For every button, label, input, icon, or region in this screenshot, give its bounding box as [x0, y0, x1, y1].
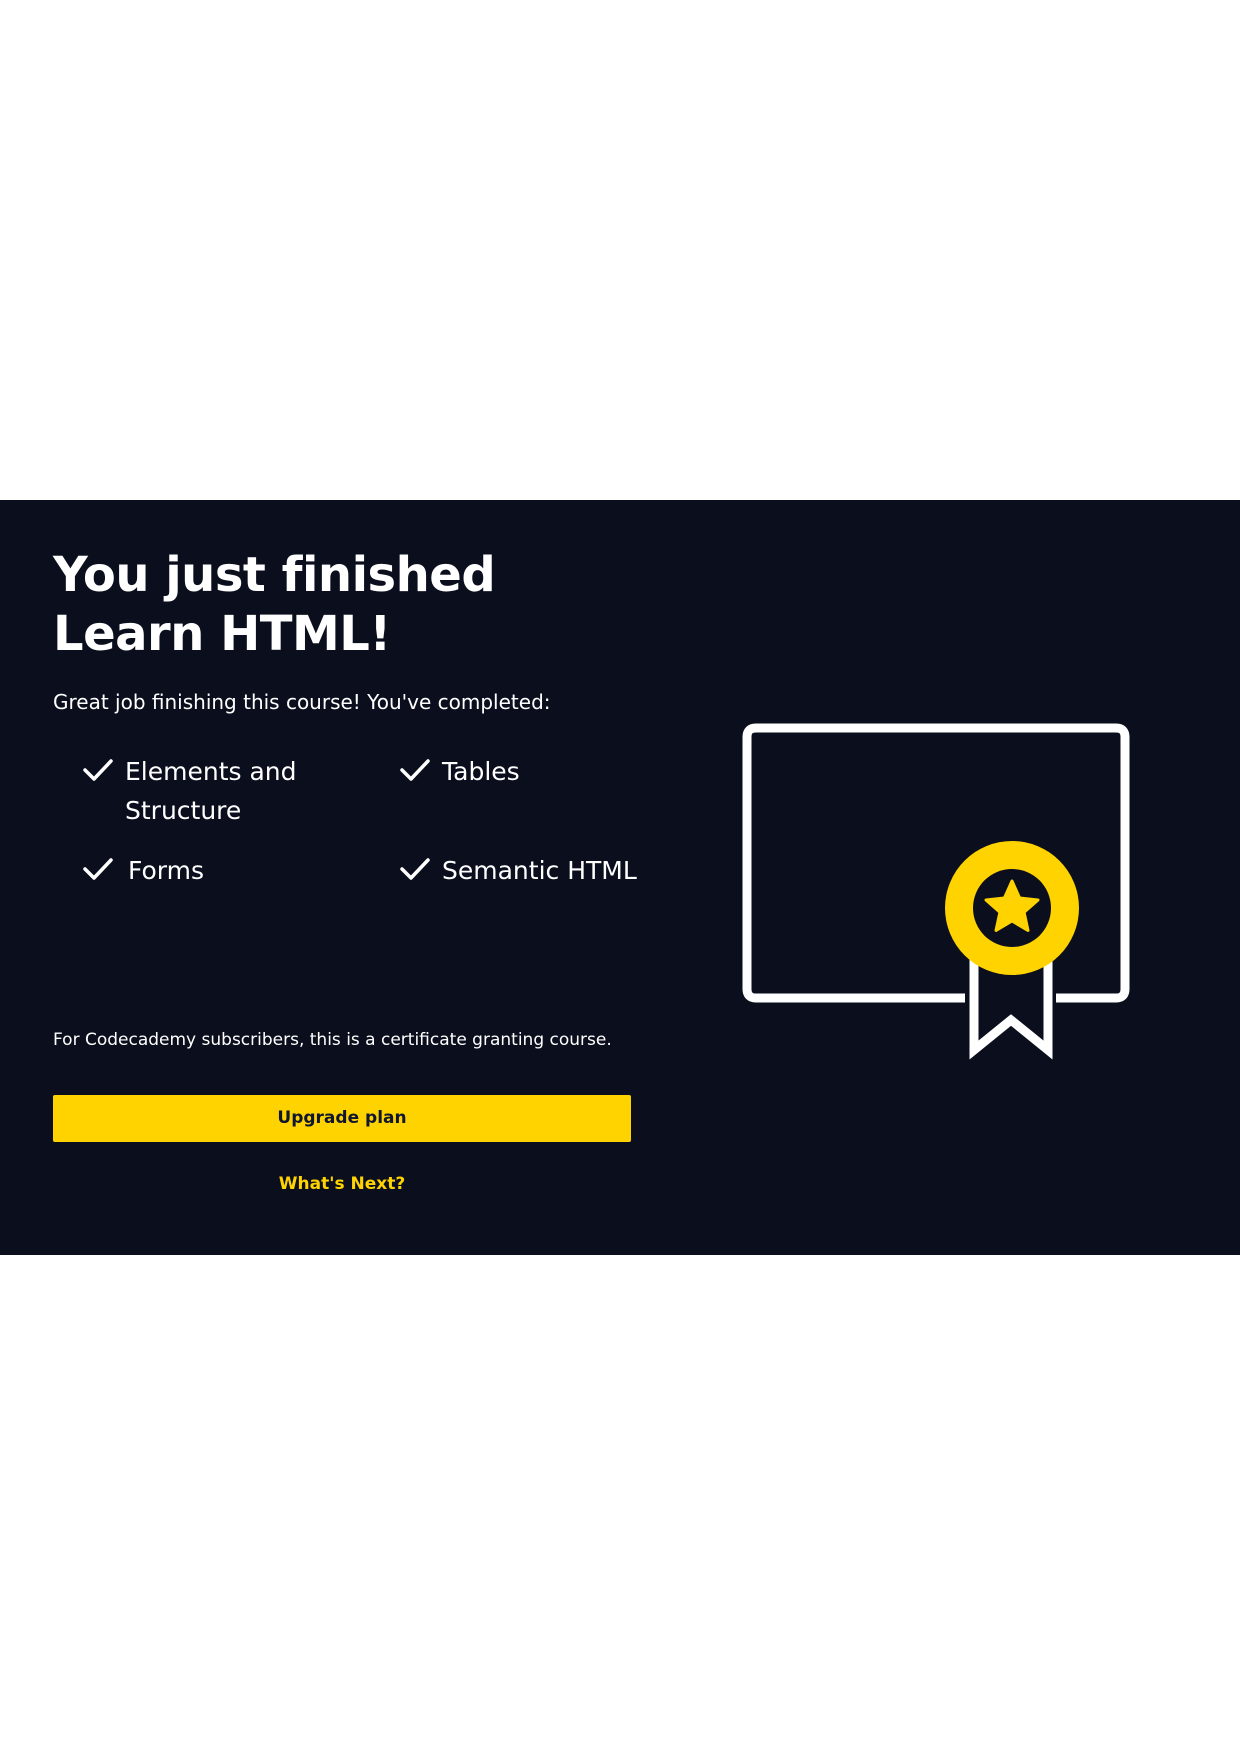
certificate-ribbon-icon	[742, 723, 1130, 1060]
checkmark-icon	[83, 858, 113, 880]
course-completion-panel: You just finished Learn HTML! Great job …	[0, 500, 1240, 1255]
topic-label: Forms	[128, 856, 205, 885]
topic-label: Elements and Structure	[125, 757, 297, 825]
topic-label: Semantic HTML	[442, 856, 637, 885]
heading-line-2: Learn HTML!	[53, 606, 391, 662]
topic-label: Tables	[442, 757, 520, 786]
completion-subtitle: Great job finishing this course! You've …	[53, 690, 551, 714]
whats-next-link[interactable]: What's Next?	[53, 1172, 631, 1196]
checkmark-icon	[400, 759, 430, 781]
checkmark-icon	[83, 759, 113, 781]
checkmark-icon	[400, 858, 430, 880]
upgrade-plan-button[interactable]: Upgrade plan	[53, 1095, 631, 1142]
heading-line-1: You just finished	[53, 547, 496, 603]
completion-heading: You just finished Learn HTML!	[53, 546, 496, 664]
certificate-note: For Codecademy subscribers, this is a ce…	[53, 1030, 612, 1050]
